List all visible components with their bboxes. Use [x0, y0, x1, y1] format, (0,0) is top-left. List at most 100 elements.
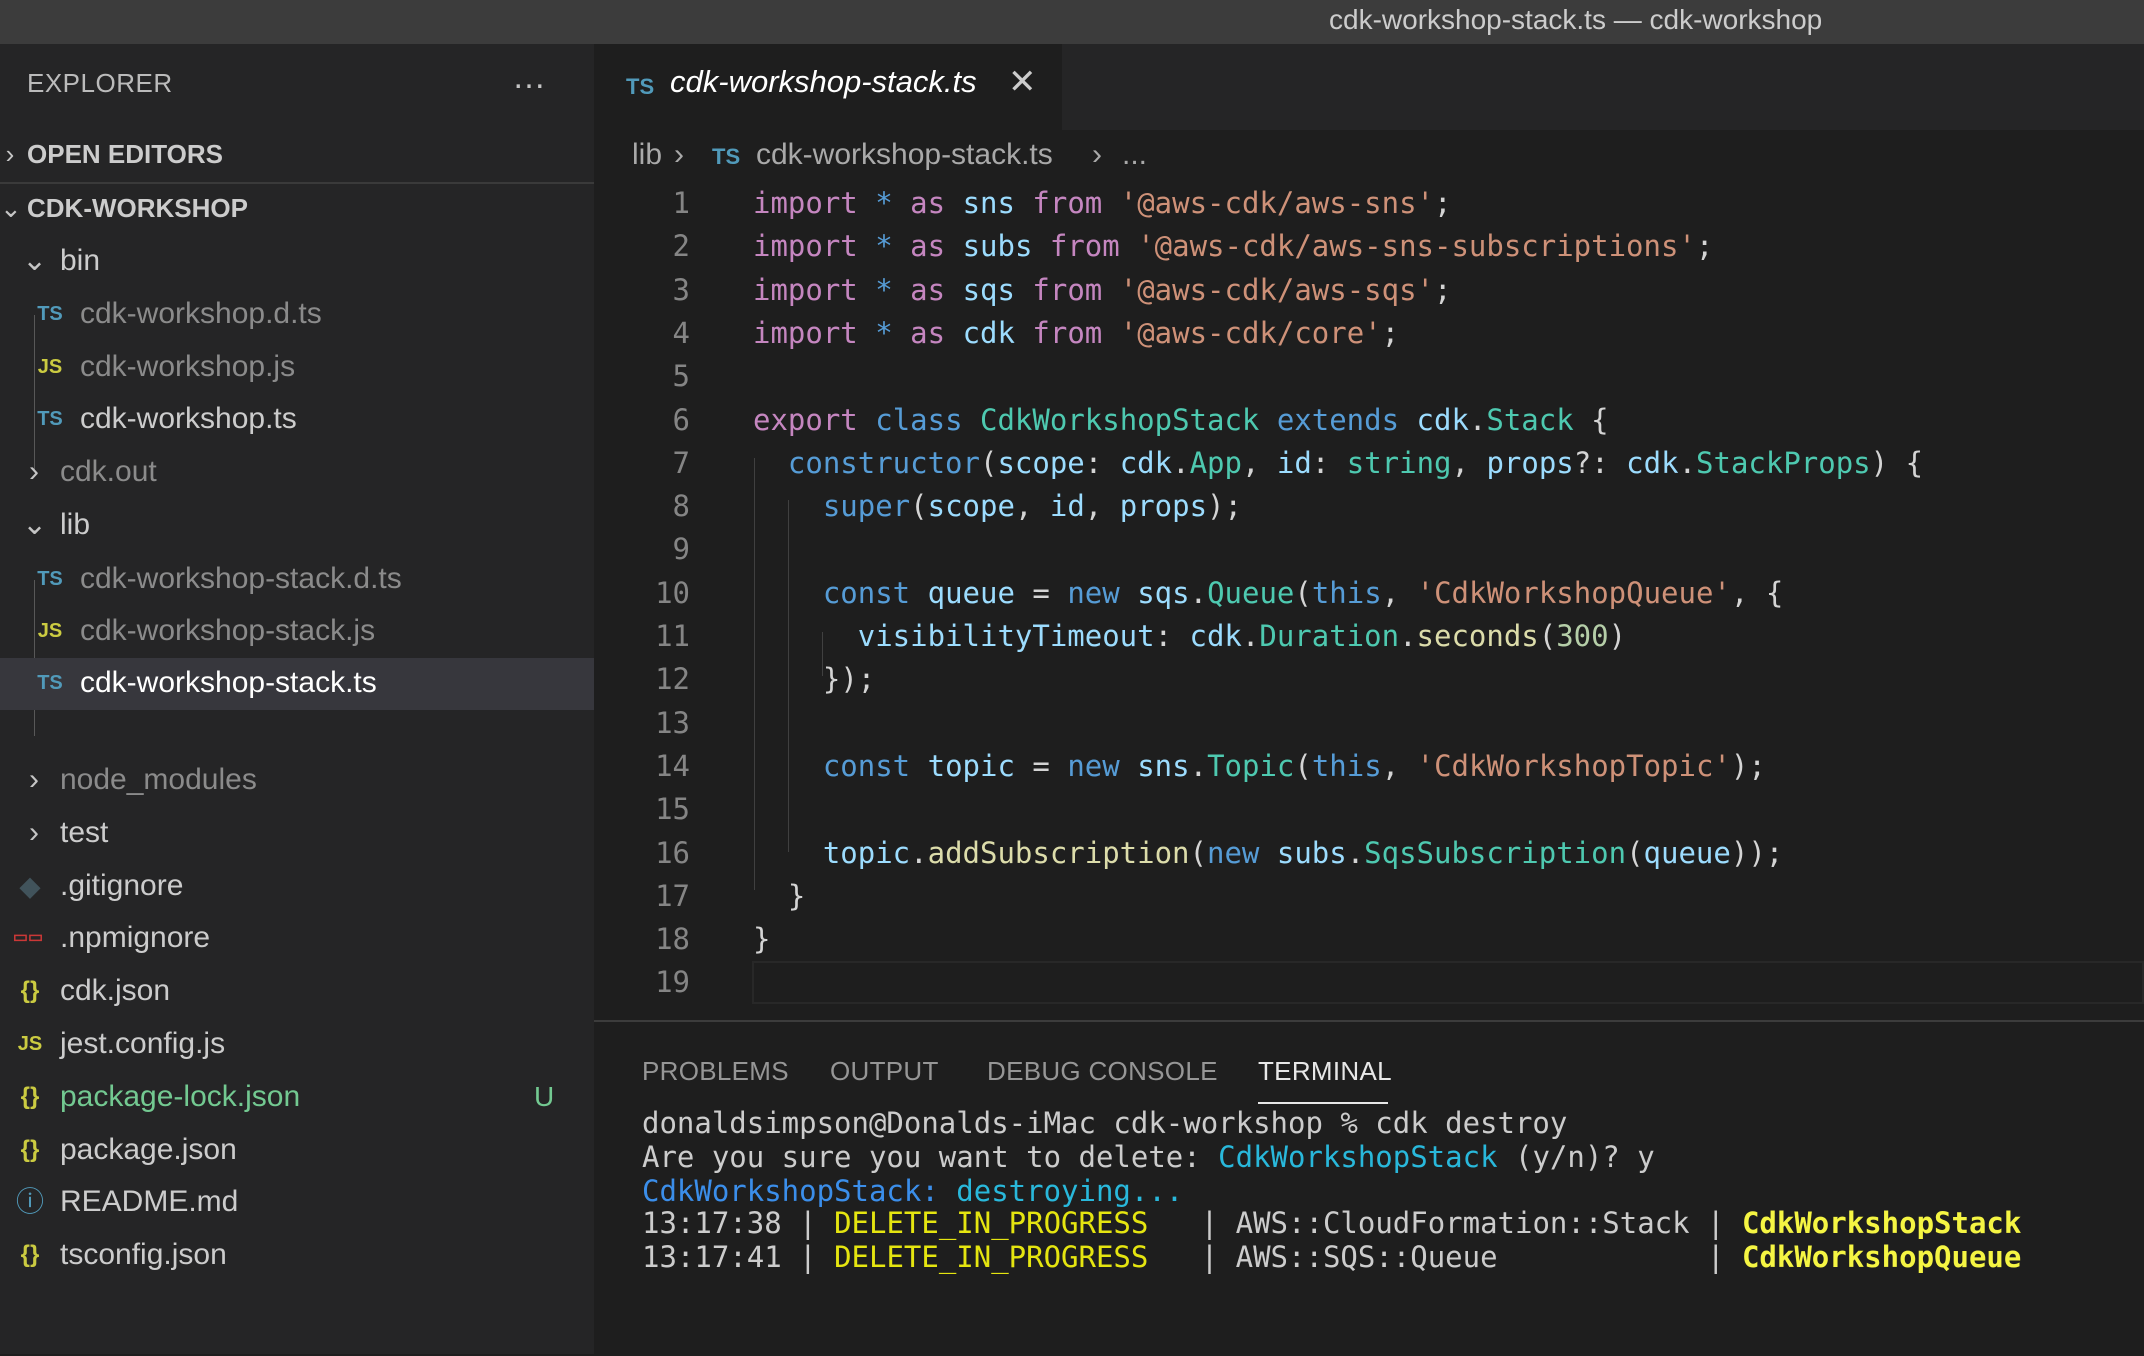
tree-item-label: cdk-workshop-stack.js	[80, 614, 376, 647]
tree-item-label: tsconfig.json	[60, 1238, 227, 1271]
line-number: 15	[655, 792, 690, 827]
tree-item-label: package.json	[60, 1133, 237, 1166]
tree-item-label: .npmignore	[60, 921, 211, 954]
code-line: 9	[594, 528, 2144, 571]
breadcrumb-folder[interactable]: lib	[632, 130, 662, 180]
tree-item-label: test	[60, 816, 109, 849]
tree-file-tsconfig-json[interactable]: {} tsconfig.json	[0, 1230, 594, 1280]
tree-item-label: cdk-workshop-stack.ts	[80, 666, 377, 699]
code-line: 16 topic.addSubscription(new subs.SqsSub…	[594, 832, 2144, 875]
chevron-right-icon: ›	[674, 138, 684, 171]
tree-file-package-lock-json[interactable]: {} package-lock.json U	[0, 1072, 594, 1122]
section-project-label: CDK-WORKSHOP	[27, 193, 248, 223]
git-untracked-badge: U	[534, 1081, 555, 1112]
tree-file-cdk-workshop-stack-d-ts[interactable]: TS cdk-workshop-stack.d.ts	[0, 554, 594, 604]
typescript-file-icon: TS	[712, 144, 741, 169]
code-text: super(scope, id, props);	[822, 489, 1242, 524]
chevron-right-icon: ›	[1092, 138, 1102, 171]
git-diamond-icon: ◆	[20, 871, 40, 901]
line-number: 11	[655, 619, 690, 653]
npm-icon: ▭▭	[12, 929, 44, 946]
tree-folder-cdk-out[interactable]: › cdk.out	[0, 447, 594, 497]
tree-item-label: README.md	[60, 1185, 239, 1218]
code-text: import * as subs from '@aws-cdk/aws-sns-…	[753, 229, 1714, 264]
tab-cdk-workshop-stack-ts[interactable]: TS cdk-workshop-stack.ts ✕	[594, 44, 1062, 130]
tree-folder-lib[interactable]: ⌄ lib	[0, 500, 594, 550]
editor-tab-bar: TS cdk-workshop-stack.ts ✕	[594, 44, 2144, 130]
code-line: 12 });	[594, 658, 2144, 701]
chevron-right-icon: ›	[29, 763, 39, 796]
tree-file-gitignore[interactable]: ◆ .gitignore	[0, 861, 594, 911]
tree-folder-bin[interactable]: ⌄ bin	[0, 236, 594, 286]
tree-file-cdk-workshop-stack-js[interactable]: JS cdk-workshop-stack.js	[0, 606, 594, 656]
typescript-file-icon: TS	[37, 408, 63, 430]
json-braces-icon: {}	[20, 1241, 40, 1268]
json-braces-icon: {}	[20, 1136, 40, 1163]
section-open-editors[interactable]: › OPEN EDITORS	[0, 130, 594, 178]
explorer-header: EXPLORER	[27, 68, 173, 98]
line-number: 4	[672, 315, 690, 350]
code-text: import * as sqs from '@aws-cdk/aws-sqs';	[753, 272, 1452, 307]
active-tab-indicator	[1258, 1102, 1388, 1104]
breadcrumb-file[interactable]: cdk-workshop-stack.ts	[756, 130, 1053, 180]
typescript-file-icon: TS	[37, 303, 63, 325]
chevron-down-icon: ⌄	[22, 244, 48, 277]
line-number: 7	[672, 445, 690, 480]
window-title: cdk-workshop-stack.ts — cdk-workshop	[1329, 4, 1823, 35]
code-text: export class CdkWorkshopStack extends cd…	[753, 402, 1609, 437]
section-project[interactable]: ⌄ CDK-WORKSHOP	[0, 184, 594, 232]
code-editor[interactable]: 1 import * as sns from '@aws-cdk/aws-sns'…	[594, 180, 2144, 1020]
code-line: 4 import * as cdk from '@aws-cdk/core';	[594, 312, 2144, 355]
close-icon[interactable]: ✕	[1008, 62, 1037, 102]
tree-file-readme-md[interactable]: ⓘ README.md	[0, 1177, 594, 1227]
tab-output[interactable]: OUTPUT	[830, 1056, 939, 1087]
code-text: }	[787, 878, 806, 913]
code-text: visibilityTimeout: cdk.Duration.seconds(…	[857, 619, 1627, 653]
explorer-sidebar: EXPLORER … › OPEN EDITORS ⌄ CDK-WORKSHOP…	[0, 44, 594, 1354]
typescript-file-icon: TS	[37, 672, 63, 694]
json-braces-icon: {}	[20, 977, 40, 1004]
tree-folder-test[interactable]: › test	[0, 808, 594, 858]
line-number: 5	[672, 359, 690, 394]
code-line: 5	[594, 355, 2144, 398]
code-line: 11 visibilityTimeout: cdk.Duration.secon…	[594, 615, 2144, 658]
tree-file-cdk-workshop-d-ts[interactable]: TS cdk-workshop.d.ts	[0, 289, 594, 339]
tree-file-cdk-json[interactable]: {} cdk.json	[0, 966, 594, 1016]
tree-item-label: cdk-workshop.d.ts	[80, 297, 322, 330]
tree-file-jest-config-js[interactable]: JS jest.config.js	[0, 1019, 594, 1069]
code-line: 3 import * as sqs from '@aws-cdk/aws-sqs'…	[594, 269, 2144, 312]
code-line: 13	[594, 702, 2144, 745]
tree-folder-node-modules[interactable]: › node_modules	[0, 755, 594, 805]
line-number: 19	[655, 965, 690, 1000]
code-line: 6 export class CdkWorkshopStack extends c…	[594, 399, 2144, 442]
tree-file-cdk-workshop-stack-ts[interactable]: TS cdk-workshop-stack.ts	[0, 658, 594, 710]
code-text: constructor(scope: cdk.App, id: string, …	[787, 445, 1924, 480]
code-line: 2 import * as subs from '@aws-cdk/aws-sns…	[594, 225, 2144, 268]
tab-debug-console[interactable]: DEBUG CONSOLE	[987, 1056, 1218, 1087]
tree-item-label: cdk-workshop.ts	[80, 402, 297, 435]
tree-file-npmignore[interactable]: ▭▭ .npmignore	[0, 913, 594, 963]
code-line: 7 constructor(scope: cdk.App, id: string…	[594, 442, 2144, 485]
line-number: 2	[672, 229, 690, 264]
line-number: 16	[655, 835, 690, 870]
line-number: 18	[655, 922, 690, 957]
more-actions-icon[interactable]: …	[512, 58, 548, 97]
tree-file-package-json[interactable]: {} package.json	[0, 1125, 594, 1175]
tree-file-cdk-workshop-ts[interactable]: TS cdk-workshop.ts	[0, 394, 594, 444]
line-number: 6	[672, 402, 690, 437]
javascript-file-icon: JS	[37, 356, 63, 378]
terminal-line: CdkWorkshopStack: destroying...	[642, 1174, 1184, 1208]
tree-item-label: cdk.out	[60, 455, 157, 488]
tab-problems[interactable]: PROBLEMS	[642, 1056, 789, 1087]
terminal-line: donaldsimpson@Donalds-iMac cdk-workshop …	[642, 1106, 1568, 1140]
bottom-panel: PROBLEMS OUTPUT DEBUG CONSOLE TERMINAL d…	[594, 1020, 2144, 1356]
breadcrumb-symbols[interactable]: ...	[1122, 130, 1147, 180]
chevron-down-icon: ⌄	[22, 508, 48, 541]
tab-terminal[interactable]: TERMINAL	[1258, 1056, 1392, 1087]
tree-item-label: cdk-workshop-stack.d.ts	[80, 562, 402, 595]
line-number: 8	[672, 489, 690, 524]
chevron-right-icon: ›	[5, 139, 15, 169]
code-line: 17 }	[594, 875, 2144, 918]
tree-file-cdk-workshop-js[interactable]: JS cdk-workshop.js	[0, 342, 594, 392]
terminal-line: 13:17:41 | DELETE_IN_PROGRESS | AWS::SQS…	[642, 1240, 2022, 1274]
